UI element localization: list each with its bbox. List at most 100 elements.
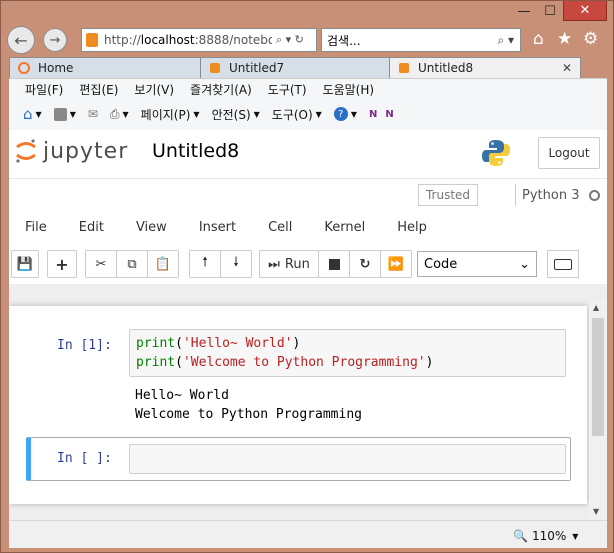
cell-type-select[interactable]: Code ⌄ bbox=[417, 251, 537, 277]
jupyter-page: jupyter Untitled8 Logout Trusted Python … bbox=[9, 130, 607, 520]
menu-favorites[interactable]: 즐겨찾기(A) bbox=[190, 81, 252, 98]
close-window-button[interactable]: ✕ bbox=[563, 1, 607, 21]
menu-view[interactable]: View bbox=[136, 220, 167, 235]
interrupt-button[interactable] bbox=[318, 250, 350, 278]
address-controls-icon[interactable]: ⌕ ▾ ↻ bbox=[276, 33, 304, 47]
menu-help[interactable]: 도움말(H) bbox=[323, 81, 375, 98]
menu-help[interactable]: Help bbox=[397, 220, 427, 235]
refresh-icon: ↻ bbox=[359, 256, 371, 272]
insert-cell-button[interactable]: + bbox=[47, 250, 77, 278]
kernel-idle-indicator-icon bbox=[589, 189, 601, 201]
command-bar: ⌂ ▼ ▼ ✉ ⎙ ▼ 페이지(P) ▼ 안전(S) ▼ 도구(O) ▼ ? ▼ N N bbox=[23, 105, 402, 123]
trusted-indicator[interactable]: Trusted bbox=[418, 184, 478, 206]
tab-label: Untitled8 bbox=[418, 61, 474, 75]
search-icon[interactable]: ⌕ ▾ bbox=[497, 33, 514, 48]
back-arrow-icon: ← bbox=[14, 30, 28, 50]
forward-button[interactable]: → bbox=[43, 28, 67, 52]
minimize-button[interactable]: — bbox=[511, 1, 537, 21]
menu-kernel[interactable]: Kernel bbox=[324, 220, 365, 235]
menu-insert[interactable]: Insert bbox=[199, 220, 236, 235]
header-divider bbox=[9, 178, 607, 179]
output-line: Welcome to Python Programming bbox=[135, 407, 362, 422]
navigation-bar: ← → http://localhost:8888/notebook ⌕ ▾ ↻… bbox=[7, 25, 609, 57]
close-tab-icon[interactable]: ✕ bbox=[562, 61, 572, 75]
jupyter-header: jupyter Untitled8 Logout bbox=[9, 130, 607, 176]
menu-edit[interactable]: 편집(E) bbox=[79, 81, 118, 98]
code-input[interactable]: print('Hello~ World') print('Welcome to … bbox=[129, 329, 566, 377]
logout-button[interactable]: Logout bbox=[538, 137, 600, 169]
menu-view[interactable]: 보기(V) bbox=[134, 81, 174, 98]
zoom-control[interactable]: 🔍 110% ▼ bbox=[513, 529, 578, 543]
printer-icon: ⎙ bbox=[109, 106, 120, 121]
tab-strip: Home Untitled7 Untitled8 ✕ bbox=[9, 57, 583, 78]
search-box[interactable]: 검색... ⌕ ▾ bbox=[321, 28, 521, 52]
back-button[interactable]: ← bbox=[7, 26, 35, 54]
onenote-linked-icon[interactable]: N bbox=[385, 109, 393, 120]
scroll-down-icon[interactable]: ▼ bbox=[593, 507, 599, 516]
notebook-container: In [1]: print('Hello~ World') print('Wel… bbox=[9, 306, 587, 504]
notebook-area: In [1]: print('Hello~ World') print('Wel… bbox=[9, 284, 607, 520]
save-button[interactable]: 💾 bbox=[11, 250, 39, 278]
favorites-star-icon[interactable]: ★ bbox=[557, 29, 572, 49]
address-url[interactable]: http://localhost:8888/notebook bbox=[104, 33, 272, 47]
code-input[interactable] bbox=[129, 444, 566, 474]
run-button[interactable]: ⏭ Run bbox=[259, 250, 319, 278]
menu-edit[interactable]: Edit bbox=[79, 220, 104, 235]
code-line: print('Welcome to Python Programming') bbox=[136, 355, 434, 370]
chevron-down-icon: ⌄ bbox=[519, 256, 530, 272]
copy-icon: ⧉ bbox=[127, 256, 137, 272]
ie-toolbar-area: 파일(F) 편집(E) 보기(V) 즐겨찾기(A) 도구(T) 도움말(H) ⌂… bbox=[9, 78, 607, 130]
chevron-down-icon: ▼ bbox=[572, 531, 579, 541]
search-input[interactable]: 검색... bbox=[327, 32, 361, 49]
maximize-button[interactable]: ☐ bbox=[537, 1, 563, 21]
cut-button[interactable]: ✂ bbox=[85, 250, 117, 278]
tab-untitled7[interactable]: Untitled7 bbox=[200, 57, 390, 78]
paste-button[interactable]: 📋 bbox=[147, 250, 179, 278]
safety-menu[interactable]: 안전(S) ▼ bbox=[212, 106, 260, 123]
address-bar[interactable]: http://localhost:8888/notebook ⌕ ▾ ↻ bbox=[81, 28, 317, 52]
arrow-up-icon: 🠕 bbox=[202, 255, 208, 270]
onenote-icon[interactable]: N bbox=[369, 109, 377, 120]
tab-home[interactable]: Home bbox=[9, 57, 201, 78]
menu-file[interactable]: File bbox=[25, 220, 47, 235]
code-cell[interactable]: In [1]: print('Hello~ World') print('Wel… bbox=[9, 306, 587, 434]
settings-gear-icon[interactable]: ⚙ bbox=[583, 29, 598, 49]
mail-command[interactable]: ✉ bbox=[88, 107, 98, 121]
page-menu[interactable]: 페이지(P) ▼ bbox=[141, 106, 200, 123]
tab-label: Untitled7 bbox=[229, 61, 285, 75]
restart-button[interactable]: ↻ bbox=[349, 250, 381, 278]
page-icon bbox=[86, 33, 98, 47]
notebook-title[interactable]: Untitled8 bbox=[152, 140, 239, 162]
menu-tools[interactable]: 도구(T) bbox=[268, 81, 307, 98]
copy-button[interactable]: ⧉ bbox=[116, 250, 148, 278]
notebook-tab-icon bbox=[210, 63, 220, 73]
save-icon: 💾 bbox=[16, 256, 34, 272]
move-up-button[interactable]: 🠕 bbox=[189, 250, 221, 278]
menu-cell[interactable]: Cell bbox=[268, 220, 292, 235]
rss-icon bbox=[53, 107, 67, 121]
input-prompt: In [1]: bbox=[57, 338, 112, 353]
help-icon: ? bbox=[333, 107, 348, 121]
jupyter-logo[interactable]: jupyter bbox=[15, 138, 128, 164]
scissors-icon: ✂ bbox=[95, 256, 107, 272]
print-command[interactable]: ⎙ ▼ bbox=[110, 107, 129, 122]
mail-icon: ✉ bbox=[87, 107, 98, 121]
tab-untitled8[interactable]: Untitled8 ✕ bbox=[389, 57, 581, 78]
page-scrollbar[interactable]: ▲ ▼ bbox=[589, 300, 607, 520]
tab-label: Home bbox=[38, 61, 74, 75]
feeds-command[interactable]: ▼ bbox=[53, 107, 76, 121]
python-logo-icon bbox=[482, 140, 510, 166]
help-command[interactable]: ? ▼ bbox=[333, 107, 357, 121]
menu-file[interactable]: 파일(F) bbox=[25, 81, 63, 98]
home-command[interactable]: ⌂ ▼ bbox=[23, 105, 42, 123]
notebook-menu-bar: File Edit View Insert Cell Kernel Help bbox=[25, 220, 427, 235]
notebook-toolbar: 💾 + ✂ ⧉ 📋 🠕 🠗 ⏭ Run ↻ ⏩ Code ⌄ bbox=[9, 250, 607, 280]
move-down-button[interactable]: 🠗 bbox=[220, 250, 252, 278]
scrollbar-thumb[interactable] bbox=[592, 318, 604, 436]
restart-run-all-button[interactable]: ⏩ bbox=[380, 250, 412, 278]
command-palette-button[interactable] bbox=[547, 250, 579, 278]
scroll-up-icon[interactable]: ▲ bbox=[593, 303, 599, 312]
home-icon[interactable]: ⌂ bbox=[533, 29, 544, 49]
tools-menu[interactable]: 도구(O) ▼ bbox=[272, 106, 322, 123]
selected-code-cell[interactable]: In [ ]: bbox=[26, 437, 571, 481]
